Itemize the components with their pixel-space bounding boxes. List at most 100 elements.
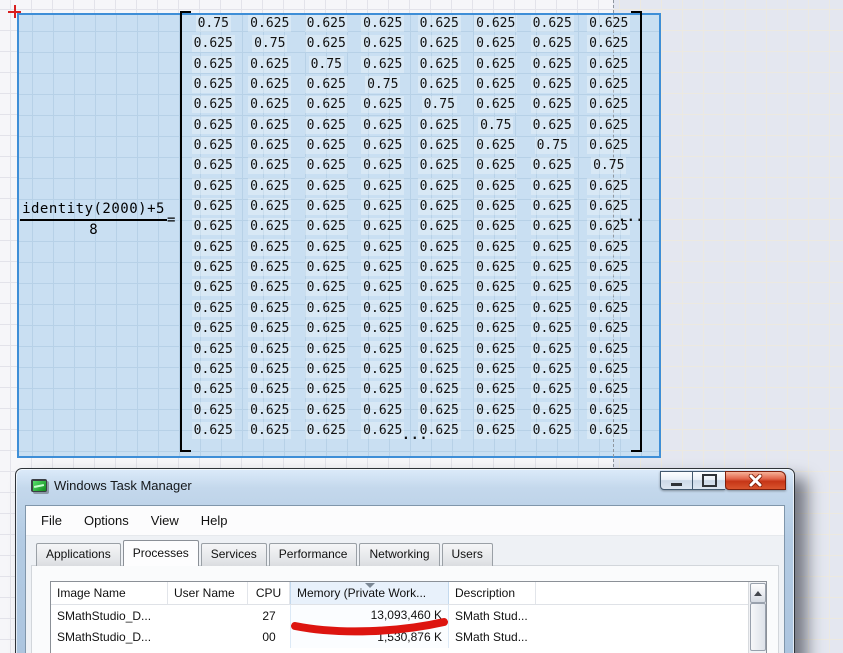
menu-item-options[interactable]: Options xyxy=(73,509,140,532)
matrix-cell: 0.625 xyxy=(581,136,638,156)
matrix-row: 0.6250.6250.6250.6250.750.6250.6250.625 xyxy=(185,95,637,115)
matrix-cell: 0.625 xyxy=(524,340,581,360)
matrix-cell: 0.625 xyxy=(411,75,468,95)
matrix-cell: 0.625 xyxy=(524,197,581,217)
matrix-result[interactable]: 0.750.6250.6250.6250.6250.6250.6250.6250… xyxy=(180,11,642,452)
matrix-cell: 0.625 xyxy=(524,380,581,400)
matrix-cell: 0.625 xyxy=(524,156,581,176)
minimize-button[interactable] xyxy=(660,471,693,490)
table-scrollbar[interactable] xyxy=(748,582,766,653)
column-header-memory[interactable]: Memory (Private Work... xyxy=(290,582,449,604)
process-cell[interactable]: SMathStudio_D... xyxy=(51,609,168,623)
tab-applications[interactable]: Applications xyxy=(36,543,121,566)
close-button[interactable] xyxy=(725,471,786,490)
process-cell[interactable]: 00 xyxy=(248,630,290,644)
matrix-cell: 0.625 xyxy=(242,340,299,360)
matrix-cell: 0.625 xyxy=(524,278,581,298)
matrix-cell: 0.625 xyxy=(524,14,581,34)
matrix-cell: 0.625 xyxy=(242,380,299,400)
matrix-cell: 0.625 xyxy=(298,156,355,176)
matrix-cell: 0.625 xyxy=(355,360,412,380)
matrix-cell: 0.625 xyxy=(524,319,581,339)
process-row[interactable]: SMathStudio_D... 2713,093,460 KSMath Stud… xyxy=(51,605,749,627)
column-header-cpu[interactable]: CPU xyxy=(248,582,290,604)
matrix-cell: 0.625 xyxy=(298,319,355,339)
matrix-values: 0.750.6250.6250.6250.6250.6250.6250.6250… xyxy=(185,14,637,441)
matrix-cell: 0.625 xyxy=(524,116,581,136)
column-header-image-name[interactable]: Image Name xyxy=(51,582,168,604)
column-header-user-name[interactable]: User Name xyxy=(168,582,248,604)
matrix-cell: 0.625 xyxy=(298,197,355,217)
matrix-cell: 0.625 xyxy=(581,177,638,197)
title-bar[interactable]: Windows Task Manager xyxy=(16,469,794,505)
matrix-cell: 0.625 xyxy=(355,177,412,197)
matrix-cell: 0.625 xyxy=(355,380,412,400)
matrix-cell: 0.625 xyxy=(581,401,638,421)
tab-networking[interactable]: Networking xyxy=(359,543,439,566)
tab-users[interactable]: Users xyxy=(442,543,493,566)
matrix-cell: 0.625 xyxy=(468,421,525,441)
process-row[interactable]: SMathStudio_D... 001,530,876 KSMath Stud.… xyxy=(51,627,749,649)
process-cell[interactable]: SMath Stud... xyxy=(449,609,536,623)
matrix-cell: 0.625 xyxy=(468,360,525,380)
process-cell[interactable]: SMathStudio_D... xyxy=(51,630,168,644)
matrix-ellipsis-rows: ... xyxy=(402,428,428,443)
matrix-cell: 0.625 xyxy=(242,116,299,136)
matrix-cell: 0.625 xyxy=(298,95,355,115)
matrix-cell: 0.625 xyxy=(298,380,355,400)
scroll-up-button[interactable] xyxy=(750,583,766,603)
matrix-cell: 0.625 xyxy=(581,299,638,319)
matrix-cell: 0.625 xyxy=(185,360,242,380)
matrix-row: 0.6250.6250.6250.6250.6250.6250.6250.625 xyxy=(185,258,637,278)
matrix-cell: 0.625 xyxy=(468,95,525,115)
column-header-description[interactable]: Description xyxy=(449,582,536,604)
math-expression[interactable]: identity(2000)+5 8 xyxy=(20,201,167,238)
matrix-row: 0.6250.6250.6250.6250.6250.6250.6250.625 xyxy=(185,177,637,197)
matrix-cell: 0.625 xyxy=(468,258,525,278)
matrix-cell: 0.625 xyxy=(185,238,242,258)
matrix-cell: 0.625 xyxy=(355,55,412,75)
matrix-cell: 0.625 xyxy=(242,278,299,298)
menu-item-help[interactable]: Help xyxy=(190,509,239,532)
matrix-cell: 0.625 xyxy=(524,299,581,319)
tab-services[interactable]: Services xyxy=(201,543,267,566)
matrix-cell: 0.625 xyxy=(524,217,581,237)
matrix-cell: 0.625 xyxy=(242,14,299,34)
matrix-cell: 0.625 xyxy=(581,278,638,298)
maximize-button[interactable] xyxy=(693,471,725,490)
process-cell[interactable]: 13,093,460 K xyxy=(290,605,449,627)
matrix-cell: 0.625 xyxy=(355,319,412,339)
insert-cursor-icon xyxy=(8,5,21,18)
process-cell[interactable]: 27 xyxy=(248,609,290,623)
matrix-cell: 0.625 xyxy=(298,136,355,156)
matrix-cell: 0.625 xyxy=(298,177,355,197)
matrix-cell: 0.625 xyxy=(242,156,299,176)
equals-sign: = xyxy=(167,212,175,228)
process-cell[interactable]: SMath Stud... xyxy=(449,630,536,644)
matrix-cell: 0.625 xyxy=(242,95,299,115)
task-manager-icon xyxy=(31,479,49,495)
processes-tab-page: Image Name User Name CPU Memory (Private… xyxy=(31,565,779,653)
matrix-cell: 0.625 xyxy=(411,55,468,75)
scroll-thumb[interactable] xyxy=(750,603,766,651)
matrix-cell: 0.625 xyxy=(468,136,525,156)
matrix-cell: 0.625 xyxy=(298,116,355,136)
caption-buttons xyxy=(660,471,786,490)
matrix-cell: 0.625 xyxy=(185,278,242,298)
matrix-cell: 0.625 xyxy=(185,401,242,421)
matrix-cell: 0.625 xyxy=(355,95,412,115)
tab-performance[interactable]: Performance xyxy=(269,543,358,566)
matrix-cell: 0.625 xyxy=(468,380,525,400)
matrix-cell: 0.625 xyxy=(468,177,525,197)
matrix-cell: 0.625 xyxy=(411,360,468,380)
matrix-cell: 0.625 xyxy=(185,177,242,197)
matrix-row: 0.6250.750.6250.6250.6250.6250.6250.625 xyxy=(185,34,637,54)
matrix-cell: 0.625 xyxy=(185,299,242,319)
menu-item-file[interactable]: File xyxy=(30,509,73,532)
matrix-cell: 0.75 xyxy=(411,95,468,115)
process-cell[interactable]: 1,530,876 K xyxy=(290,627,449,649)
expression-numerator: identity(2000)+5 xyxy=(20,201,167,217)
menu-item-view[interactable]: View xyxy=(140,509,190,532)
tab-processes[interactable]: Processes xyxy=(123,540,199,566)
minimize-icon xyxy=(671,483,682,486)
